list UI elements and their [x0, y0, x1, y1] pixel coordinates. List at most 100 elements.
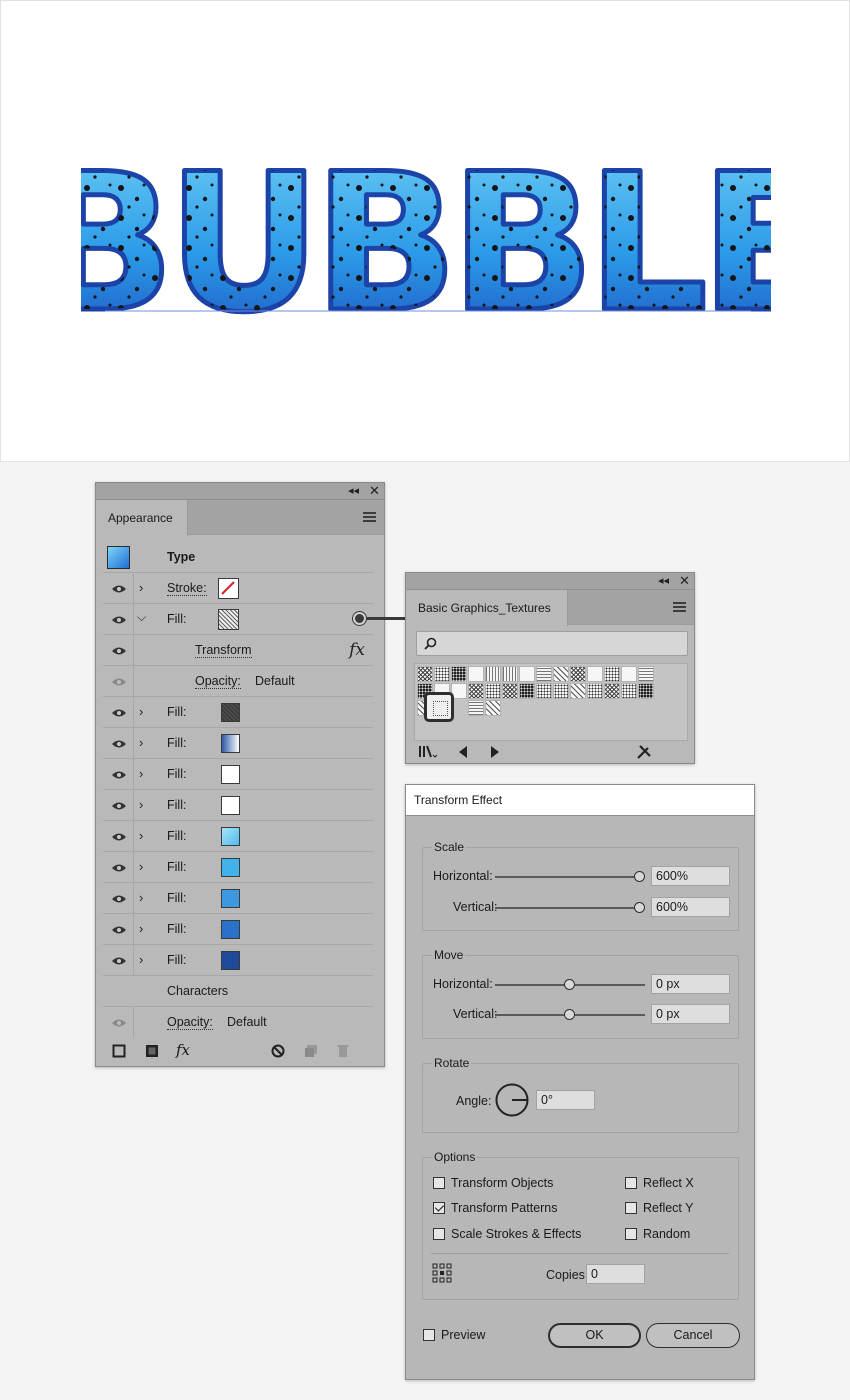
chevron-down-icon[interactable]: ⌵ [137, 610, 146, 624]
fill-label[interactable]: Fill: [167, 922, 186, 936]
fill-label[interactable]: Fill: [167, 705, 186, 719]
move-vertical-input[interactable]: 0 px [651, 1004, 730, 1024]
fill-row[interactable]: › Fill: [103, 945, 373, 976]
eye-icon[interactable] [111, 956, 127, 966]
eye-icon[interactable] [111, 832, 127, 842]
texture-swatch[interactable] [502, 666, 518, 682]
chevron-right-icon[interactable]: › [139, 767, 143, 781]
fill-row-texture[interactable]: ⌵ Fill: [103, 604, 373, 635]
fill-row[interactable]: › Fill: [103, 852, 373, 883]
fx-menu-icon[interactable]: fx [176, 1041, 190, 1059]
fill-swatch[interactable] [221, 858, 240, 877]
reference-point-icon[interactable] [432, 1263, 452, 1283]
swatch-tool-icon[interactable] [636, 744, 652, 760]
transform-effect-row[interactable]: Transform fx [103, 635, 373, 666]
fill-swatch[interactable] [221, 889, 240, 908]
eye-icon[interactable] [111, 925, 127, 935]
eye-icon[interactable] [111, 584, 127, 594]
random-checkbox[interactable] [625, 1228, 637, 1240]
texture-swatch[interactable] [570, 683, 586, 699]
bubble-artwork[interactable]: BUBBLE BUBBLE [81, 121, 771, 337]
texture-swatch[interactable] [553, 666, 569, 682]
cancel-button[interactable]: Cancel [646, 1323, 740, 1348]
opacity-link[interactable]: Opacity: [195, 674, 241, 689]
chevron-right-icon[interactable]: › [139, 860, 143, 874]
fill-swatch[interactable] [221, 951, 240, 970]
fill-label[interactable]: Fill: [167, 860, 186, 874]
transform-objects-checkbox[interactable] [433, 1177, 445, 1189]
fill-label[interactable]: Fill: [167, 829, 186, 843]
texture-swatch[interactable] [485, 700, 501, 716]
fill-swatch[interactable] [221, 920, 240, 939]
ok-button[interactable]: OK [548, 1323, 641, 1348]
eye-icon[interactable] [111, 863, 127, 873]
collapse-icon[interactable]: ◂◂ [348, 484, 359, 498]
fill-swatch[interactable] [221, 827, 240, 846]
scale-horizontal-knob[interactable] [634, 871, 645, 882]
stroke-none-swatch[interactable] [218, 578, 239, 599]
fill-row[interactable]: › Fill: [103, 790, 373, 821]
texture-swatch[interactable] [434, 666, 450, 682]
search-input[interactable] [416, 631, 688, 656]
fill-label[interactable]: Fill: [167, 953, 186, 967]
chevron-right-icon[interactable]: › [139, 891, 143, 905]
reflect-x-label[interactable]: Reflect X [643, 1176, 694, 1190]
eye-icon[interactable] [111, 646, 127, 656]
clear-appearance-icon[interactable] [271, 1044, 285, 1058]
eye-icon[interactable] [111, 739, 127, 749]
fill-label[interactable]: Fill: [167, 767, 186, 781]
scale-vertical-slider[interactable] [495, 907, 640, 909]
library-menu-icon[interactable] [418, 745, 438, 759]
characters-row[interactable]: Characters [103, 976, 373, 1007]
trash-icon[interactable] [336, 1044, 350, 1058]
transform-link[interactable]: Transform [195, 643, 252, 658]
add-stroke-icon[interactable] [112, 1044, 126, 1058]
random-label[interactable]: Random [643, 1227, 690, 1241]
panel-menu-icon[interactable] [363, 512, 376, 522]
close-icon[interactable]: ✕ [369, 484, 380, 498]
tab-basic-graphics-textures[interactable]: Basic Graphics_Textures [406, 590, 568, 626]
texture-swatch[interactable] [519, 683, 535, 699]
add-fill-icon[interactable] [145, 1044, 159, 1058]
type-row[interactable]: Type [103, 542, 373, 573]
next-library-icon[interactable] [489, 745, 501, 759]
fill-row[interactable]: › Fill: [103, 914, 373, 945]
texture-swatch[interactable] [638, 683, 654, 699]
fill-swatch[interactable] [221, 765, 240, 784]
type-opacity-row[interactable]: Opacity: Default [103, 1007, 373, 1038]
close-icon[interactable]: ✕ [679, 574, 690, 588]
eye-icon[interactable] [111, 615, 127, 625]
texture-swatch[interactable] [587, 683, 603, 699]
stroke-row[interactable]: › Stroke: [103, 573, 373, 604]
chevron-right-icon[interactable]: › [139, 829, 143, 843]
fill-row[interactable]: › Fill: [103, 883, 373, 914]
texture-pattern-swatch[interactable] [218, 609, 239, 630]
fill-row[interactable]: › Fill: [103, 821, 373, 852]
angle-dial-icon[interactable] [495, 1083, 529, 1117]
texture-swatch[interactable] [468, 683, 484, 699]
scale-strokes-checkbox[interactable] [433, 1228, 445, 1240]
scale-vertical-input[interactable]: 600% [651, 897, 730, 917]
texture-swatch[interactable] [587, 666, 603, 682]
fill-row[interactable]: › Fill: [103, 697, 373, 728]
reflect-y-label[interactable]: Reflect Y [643, 1201, 694, 1215]
chevron-right-icon[interactable]: › [139, 705, 143, 719]
chevron-right-icon[interactable]: › [139, 953, 143, 967]
fill-swatch[interactable] [221, 796, 240, 815]
eye-icon[interactable] [111, 894, 127, 904]
transform-patterns-checkbox[interactable] [433, 1202, 445, 1214]
texture-swatch[interactable] [451, 666, 467, 682]
previous-library-icon[interactable] [457, 745, 469, 759]
panel-menu-icon[interactable] [673, 602, 686, 612]
tab-appearance[interactable]: Appearance [96, 500, 188, 536]
panel-titlebar[interactable]: ◂◂ ✕ [406, 573, 694, 590]
fill-row[interactable]: › Fill: [103, 759, 373, 790]
fill-swatch[interactable] [221, 703, 240, 722]
stroke-label[interactable]: Stroke: [167, 581, 207, 596]
fill-label[interactable]: Fill: [167, 891, 186, 905]
texture-swatch[interactable] [468, 700, 484, 716]
preview-checkbox[interactable] [423, 1329, 435, 1341]
texture-swatch[interactable] [485, 683, 501, 699]
fill-label[interactable]: Fill: [167, 612, 186, 626]
fill-label[interactable]: Fill: [167, 736, 186, 750]
